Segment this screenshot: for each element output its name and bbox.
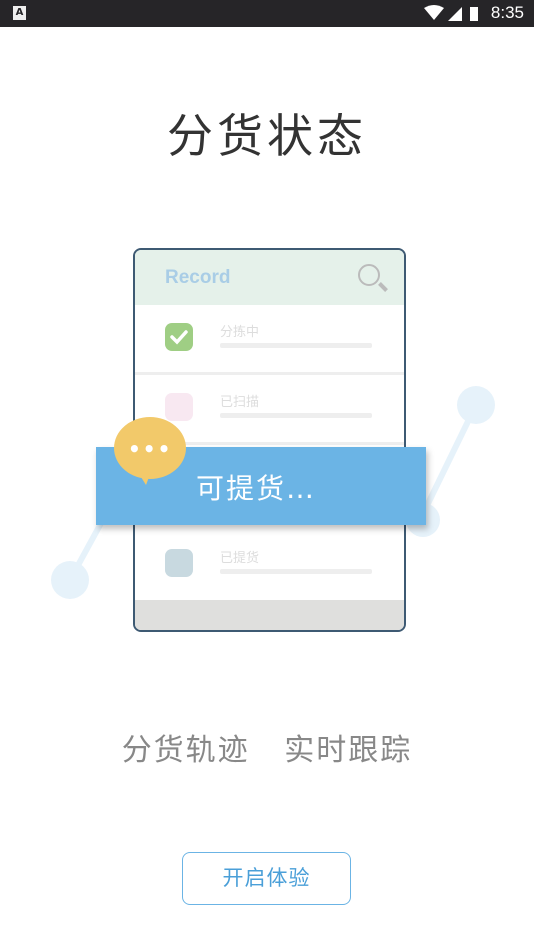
list-item-bar [220,343,372,348]
list-item-label: 已扫描 [220,395,260,410]
list-item: 已提货 [135,525,404,605]
bubble-dots: ••• [128,437,173,461]
card-header: Record [135,250,404,305]
list-item-bar [220,569,372,574]
list-item-label: 分拣中 [220,325,260,340]
tagline: 分货轨迹 实时跟踪 [121,733,413,768]
card-footer [135,600,404,630]
card-header-title: Record [165,267,231,288]
checkbox-icon [165,549,193,577]
list-item-label: 已提货 [220,551,260,566]
start-experience-button[interactable]: 开启体验 [182,852,351,905]
list-item: 分拣中 [135,305,404,375]
list-item-bar [220,413,372,418]
checkbox-checked-icon [165,323,193,351]
banner-text: 可提货… [196,472,317,505]
search-icon [358,264,380,286]
chat-bubble-icon: ••• [114,417,186,485]
checkbox-icon [165,393,193,421]
